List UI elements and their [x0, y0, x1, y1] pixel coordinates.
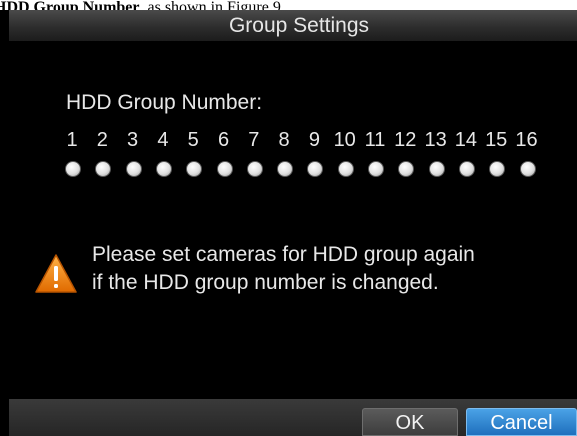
cancel-button[interactable]: Cancel	[466, 408, 577, 436]
warning-triangle-icon	[35, 254, 77, 293]
group-radio-7[interactable]	[246, 161, 263, 177]
group-number-10: 10	[333, 129, 356, 151]
group-radio-6[interactable]	[216, 161, 233, 177]
dialog-titlebar: Group Settings	[9, 10, 577, 41]
ok-button[interactable]: OK	[362, 408, 458, 436]
group-radio-10[interactable]	[337, 161, 354, 177]
group-number-1: 1	[66, 129, 78, 151]
group-number-8: 8	[278, 129, 290, 151]
group-radio-buttons	[9, 161, 577, 181]
group-radio-1[interactable]	[65, 161, 81, 177]
group-number-13: 13	[424, 129, 447, 151]
group-number-4: 4	[157, 129, 169, 151]
group-settings-dialog: Group Settings HDD Group Number: 1234567…	[0, 10, 577, 436]
dialog-footer: OK Cancel	[9, 399, 577, 436]
group-radio-2[interactable]	[95, 161, 112, 177]
warning-message: Please set cameras for HDD group again i…	[34, 239, 564, 309]
dialog-content: HDD Group Number: 1 2 3 4 5 6 7 8 9 10 11 12 13 14 15 1…	[9, 41, 577, 399]
group-radio-15[interactable]	[489, 161, 506, 177]
group-radio-16[interactable]	[519, 161, 536, 177]
group-radio-14[interactable]	[458, 161, 475, 177]
dialog-title: Group Settings	[228, 14, 370, 37]
group-radio-13[interactable]	[428, 161, 445, 177]
warning-line-1: Please set cameras for HDD group again	[92, 243, 475, 266]
group-radio-3[interactable]	[125, 161, 142, 177]
warning-line-2: if the HDD group number is changed.	[92, 271, 439, 294]
group-radio-11[interactable]	[368, 161, 384, 177]
group-number-labels: 1 2 3 4 5 6 7 8 9 10 11 12 13 14 15 16	[9, 129, 577, 157]
hdd-group-number-label: HDD Group Number:	[66, 91, 263, 114]
group-number-12: 12	[394, 129, 417, 151]
group-number-2: 2	[96, 129, 108, 151]
group-radio-5[interactable]	[186, 161, 203, 177]
group-number-6: 6	[217, 129, 230, 151]
group-number-14: 14	[454, 129, 478, 151]
group-radio-4[interactable]	[155, 161, 172, 177]
group-radio-12[interactable]	[398, 161, 415, 177]
group-number-9: 9	[308, 129, 320, 151]
warning-text: Please set cameras for HDD group again i…	[92, 241, 475, 297]
group-number-5: 5	[187, 129, 199, 151]
group-number-15: 15	[485, 129, 508, 151]
group-number-7: 7	[248, 129, 260, 151]
group-radio-9[interactable]	[307, 161, 324, 177]
group-radio-8[interactable]	[277, 161, 294, 177]
group-number-16: 16	[515, 129, 538, 151]
group-number-11: 11	[364, 129, 386, 151]
group-number-3: 3	[127, 129, 139, 151]
